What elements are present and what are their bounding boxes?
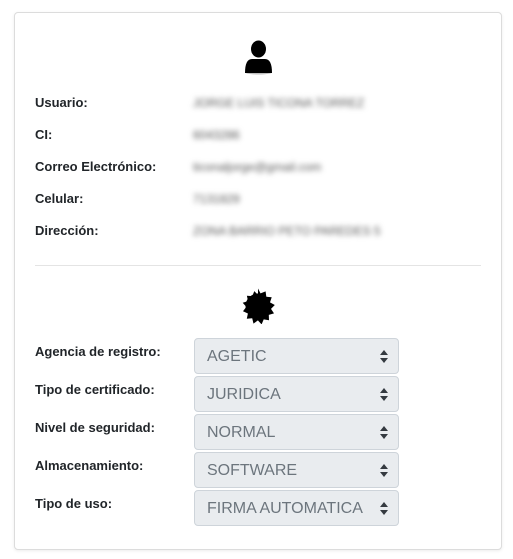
tipo-uso-select[interactable]: FIRMA AUTOMATICA	[194, 490, 399, 526]
ci-label: CI:	[35, 127, 53, 142]
nivel-seguridad-select-value: NORMAL	[207, 424, 276, 441]
agencia-label: Agencia de registro:	[35, 344, 161, 359]
form-row-tipo-uso: Tipo de uso: FIRMA AUTOMATICA	[35, 490, 485, 528]
select-arrows-icon	[380, 350, 388, 363]
section-divider	[35, 265, 481, 266]
form-row-nivel-seguridad: Nivel de seguridad: NORMAL	[35, 414, 485, 452]
select-arrows-icon	[380, 502, 388, 515]
select-arrows-icon	[380, 388, 388, 401]
direccion-value: ZONA BARRIO PETO PAREDES 5	[193, 224, 381, 238]
form-row-almacenamiento: Almacenamiento: SOFTWARE	[35, 452, 485, 490]
tipo-uso-select-value: FIRMA AUTOMATICA	[207, 500, 363, 517]
celular-value: 7131829	[193, 192, 240, 206]
tipo-certificado-select[interactable]: JURIDICA	[194, 376, 399, 412]
select-arrows-icon	[380, 426, 388, 439]
select-arrows-icon	[380, 464, 388, 477]
profile-card: Usuario: JORGE LUIS TICONA TORREZ CI: 60…	[14, 12, 502, 550]
user-icon	[245, 40, 272, 75]
certificate-seal-icon	[242, 288, 275, 324]
form-row-agencia: Agencia de registro: AGETIC	[35, 338, 485, 376]
info-row-celular: Celular: 7131829	[35, 190, 485, 208]
tipo-certificado-label: Tipo de certificado:	[35, 382, 155, 397]
info-row-ci: CI: 6043286	[35, 126, 485, 144]
info-row-usuario: Usuario: JORGE LUIS TICONA TORREZ	[35, 94, 485, 112]
usuario-value: JORGE LUIS TICONA TORREZ	[193, 96, 365, 110]
ci-value: 6043286	[193, 128, 240, 142]
correo-label: Correo Electrónico:	[35, 159, 157, 174]
form-row-tipo-certificado: Tipo de certificado: JURIDICA	[35, 376, 485, 414]
usuario-label: Usuario:	[35, 95, 88, 110]
info-row-direccion: Dirección: ZONA BARRIO PETO PAREDES 5	[35, 222, 485, 240]
tipo-certificado-select-value: JURIDICA	[207, 386, 281, 403]
correo-value: ticonaljorge@gmail.com	[193, 160, 322, 174]
tipo-uso-label: Tipo de uso:	[35, 496, 113, 511]
info-row-correo: Correo Electrónico: ticonaljorge@gmail.c…	[35, 158, 485, 176]
almacenamiento-label: Almacenamiento:	[35, 458, 144, 473]
celular-label: Celular:	[35, 191, 84, 206]
nivel-seguridad-label: Nivel de seguridad:	[35, 420, 155, 435]
nivel-seguridad-select[interactable]: NORMAL	[194, 414, 399, 450]
almacenamiento-select-value: SOFTWARE	[207, 462, 298, 479]
agencia-select-value: AGETIC	[207, 348, 267, 365]
direccion-label: Dirección:	[35, 223, 99, 238]
almacenamiento-select[interactable]: SOFTWARE	[194, 452, 399, 488]
agencia-select[interactable]: AGETIC	[194, 338, 399, 374]
